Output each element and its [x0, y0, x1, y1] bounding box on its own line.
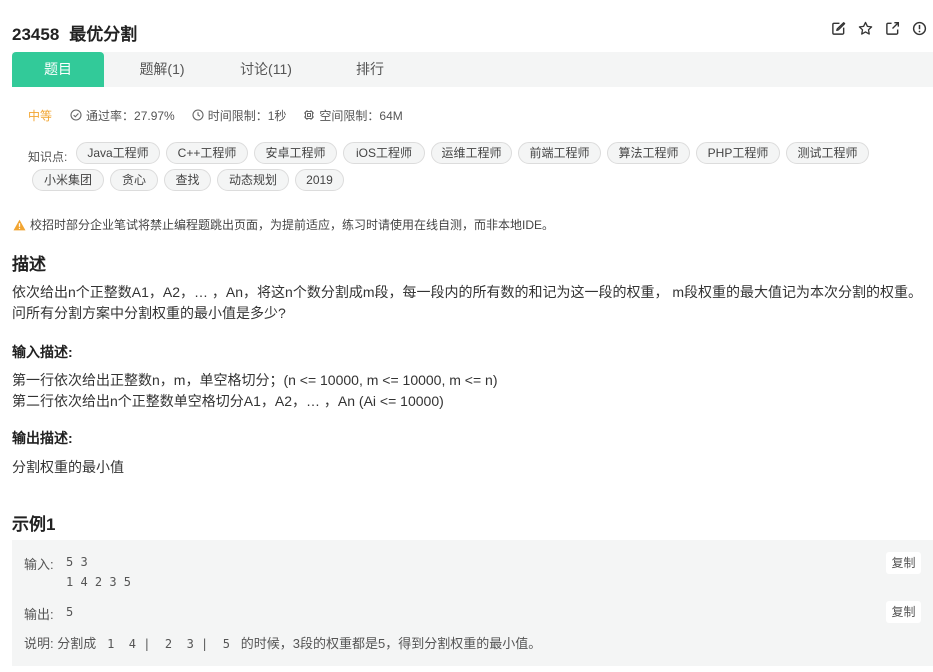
tag-item[interactable]: 安卓工程师 [254, 142, 337, 164]
tag-item[interactable]: 贪心 [110, 169, 158, 191]
space-limit-text: 空间限制：64M [319, 108, 403, 123]
edit-icon[interactable] [831, 21, 846, 36]
problem-name: 最优分割 [69, 25, 138, 44]
tag-item[interactable]: C++工程师 [166, 142, 248, 164]
input-desc-line: 第一行依次给出正整数n，m，单空格切分；(n <= 10000, m <= 10… [12, 372, 498, 388]
tag-item[interactable]: Java工程师 [76, 142, 160, 164]
description-text: 依次给出n个正整数A1，A2，… ，An，将这n个数分割成m段，每一段内的所有数… [12, 284, 923, 321]
explain-pre: 分割成 [57, 636, 97, 651]
explain-post: 的时候，3段的权重都是5，得到分割权重的最小值。 [240, 636, 542, 651]
memory-icon [304, 110, 315, 120]
exam-notice: 校招时部分企业笔试将禁止编程题跳出页面，为提前适应，练习时请使用在线自测，而非本… [13, 216, 554, 233]
knowledge-label: 知识点: [28, 150, 68, 164]
warning-icon [13, 219, 26, 230]
tag-item[interactable]: 运维工程师 [431, 142, 512, 164]
problem-id: 23458 [12, 25, 60, 44]
problem-header: 23458 最优分割 [0, 0, 933, 52]
pass-rate-text: 通过率：27.97% [86, 108, 175, 123]
check-circle-icon [70, 109, 82, 121]
example-output-label: 输出: [24, 607, 54, 622]
problem-tabs: 题目 题解(1) 讨论(11) 排行 [12, 52, 933, 87]
explain-label: 说明: [24, 636, 54, 651]
pass-rate: 通过率：27.97% [70, 107, 175, 124]
problem-meta: 中等 通过率：27.97% 时间限制：1秒 空间限制：64M [28, 107, 420, 123]
copy-output-button[interactable]: 复制 [886, 601, 921, 623]
tag-item[interactable]: iOS工程师 [343, 142, 425, 164]
share-icon[interactable] [885, 21, 900, 36]
copy-input-button[interactable]: 复制 [886, 552, 921, 574]
tag-item[interactable]: 小米集团 [32, 169, 104, 191]
info-icon[interactable] [912, 21, 927, 36]
clock-icon [192, 109, 204, 121]
output-desc-line: 分割权重的最小值 [12, 459, 124, 475]
time-limit: 时间限制：1秒 [192, 107, 287, 124]
star-icon[interactable] [858, 21, 873, 36]
difficulty-badge: 中等 [28, 108, 53, 123]
input-desc-line: 第二行依次给出n个正整数单空格切分A1，A2，… ，An (Ai <= 1000… [12, 393, 444, 409]
time-limit-text: 时间限制：1秒 [207, 108, 287, 123]
tab-problem[interactable]: 题目 [12, 52, 104, 87]
tab-discussion[interactable]: 讨论(11) [222, 52, 310, 87]
tag-item[interactable]: 前端工程师 [518, 142, 601, 164]
tag-item[interactable]: 测试工程师 [786, 142, 869, 164]
explain-sequence: 1 4 | 2 3 | 5 [99, 637, 238, 651]
description-heading: 描述 [12, 255, 46, 274]
tab-solutions[interactable]: 题解(1) [122, 52, 202, 87]
tag-item[interactable]: 算法工程师 [607, 142, 690, 164]
header-actions [831, 21, 927, 36]
tag-item[interactable]: PHP工程师 [696, 142, 780, 164]
page-title: 23458 最优分割 [12, 20, 137, 45]
output-desc-heading: 输出描述: [12, 430, 73, 446]
input-desc-heading: 输入描述: [12, 344, 73, 360]
notice-text: 校招时部分企业笔试将禁止编程题跳出页面，为提前适应，练习时请使用在线自测，而非本… [30, 218, 555, 232]
tag-item[interactable]: 查找 [164, 169, 211, 191]
tab-ranking[interactable]: 排行 [334, 52, 406, 87]
space-limit: 空间限制：64M [303, 107, 403, 124]
example-input-label: 输入: [24, 557, 54, 572]
example-explanation: 说明: 分割成 1 4 | 2 3 | 5 的时候，3段的权重都是5，得到分割权… [24, 633, 541, 652]
example-heading: 示例1 [12, 515, 56, 534]
tag-item[interactable]: 2019 [295, 169, 344, 191]
example-box: 输入: 5 3 1 4 2 3 5 复制 输出: 5 复制 说明: 分割成 1 … [12, 540, 933, 666]
example-output-value: 5 [66, 605, 74, 619]
tag-item[interactable]: 动态规划 [217, 169, 289, 191]
example-input-line: 1 4 2 3 5 [66, 575, 132, 589]
example-input-line: 5 3 [66, 555, 88, 569]
